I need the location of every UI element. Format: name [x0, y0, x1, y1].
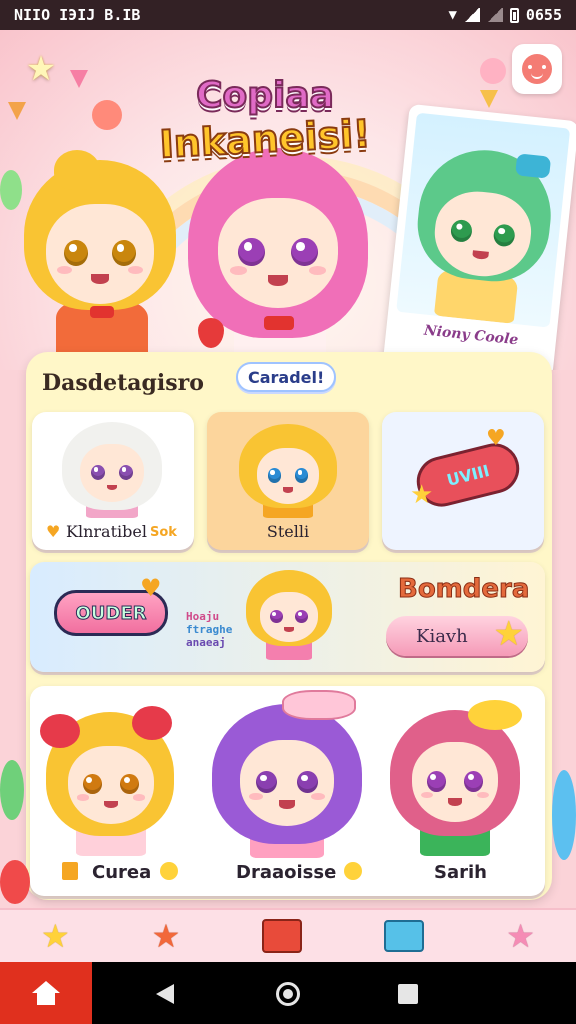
heart-icon: ♥ — [46, 522, 61, 541]
character-label: Sarih — [434, 862, 487, 883]
profile-button[interactable] — [512, 44, 562, 94]
character-sarih[interactable] — [390, 700, 522, 856]
bow-icon — [132, 706, 172, 740]
battery-icon — [509, 7, 519, 23]
wifi-icon: ▼ — [448, 7, 457, 23]
character-tile-white-hair[interactable]: ♥ Klnratibel Sok — [32, 412, 194, 550]
banner-title: Bomdera — [397, 574, 530, 605]
bunting-decoration — [480, 90, 498, 108]
balloon-decoration — [480, 58, 506, 84]
banner-action-button[interactable]: Kiavh ★ — [386, 614, 528, 656]
bow-tie-icon — [90, 306, 114, 318]
character-label: Draaoisse — [236, 862, 337, 883]
hat-icon — [282, 690, 356, 720]
recent-apps-icon[interactable] — [398, 984, 418, 1004]
hero-banner: Niony Coole Copiaa Inkaneisi! — [0, 30, 576, 370]
bunting-decoration — [70, 70, 88, 88]
home-icon — [32, 981, 60, 1005]
bottom-tab-bar: ★ ★ ★ — [0, 908, 576, 962]
character-banner-blonde — [246, 570, 332, 662]
candy-badge-text: UVIII — [444, 460, 492, 490]
bow-tie-icon — [264, 316, 294, 330]
signal-secondary-icon — [486, 8, 503, 22]
tile-label: Stelli — [266, 522, 310, 541]
favorites-star-icon[interactable]: ★ — [22, 49, 60, 89]
star-icon[interactable]: ★ — [41, 917, 70, 955]
star-icon: ★ — [493, 614, 524, 654]
status-left-text: NIIO IЭIJ B.IB — [14, 6, 141, 24]
title-line-1: Copiaa — [195, 75, 335, 116]
cancel-button[interactable]: Caradel! — [236, 362, 337, 392]
featured-card-art — [396, 112, 571, 328]
character-yellow-hair — [20, 150, 180, 360]
title-line-2: Inkaneisi! — [158, 111, 373, 168]
balloon-decoration — [0, 860, 30, 904]
character-pink-hair — [188, 148, 368, 370]
character-curea[interactable] — [40, 706, 174, 856]
flower-hat-icon — [468, 700, 522, 730]
character-green-hair — [404, 143, 561, 327]
handwriting-text: Hoaju ftraghe anaeaj — [186, 610, 233, 650]
signal-icon — [463, 8, 480, 22]
heart-icon: ♥ — [140, 574, 162, 602]
gift-box-icon[interactable] — [262, 919, 303, 953]
orange-star-icon[interactable]: ★ — [152, 917, 181, 955]
toolbox-icon[interactable] — [384, 920, 425, 952]
bow-icon — [515, 153, 552, 179]
balloon-decoration — [0, 760, 24, 820]
status-icons: ▼ 0655 — [448, 6, 562, 24]
character-label: Curea — [92, 862, 152, 883]
character-blonde-boy — [239, 424, 337, 518]
banner-button-label: Kiavh — [416, 625, 468, 647]
panel-title: Dasdetagisro — [42, 370, 204, 396]
smile-coin-icon — [344, 862, 362, 880]
balloon-decoration — [552, 770, 576, 860]
balloon-decoration — [0, 170, 22, 210]
status-bar: NIIO IЭIJ B.IB ▼ 0655 — [0, 0, 576, 30]
featured-character-card[interactable]: Niony Coole — [382, 103, 576, 370]
strawberry-icon — [198, 318, 224, 348]
character-white-hair — [62, 422, 162, 518]
character-tile-selected[interactable]: Stelli — [207, 412, 369, 550]
character-draaoisse[interactable] — [212, 690, 362, 858]
status-time: 0655 — [525, 6, 562, 24]
bow-icon — [40, 714, 80, 748]
badge-icon — [62, 862, 78, 880]
candy-tile[interactable]: UVIII ♥ ★ — [382, 412, 544, 550]
back-icon[interactable] — [156, 984, 174, 1004]
star-icon: ★ — [410, 480, 434, 510]
bunting-decoration — [8, 102, 26, 120]
nav-home-icon[interactable] — [276, 982, 300, 1006]
home-button[interactable] — [0, 962, 92, 1024]
tile-extra-text: Sok — [150, 525, 177, 540]
heart-icon: ♥ — [486, 426, 506, 451]
tile-label: Klnratibel — [66, 522, 147, 541]
app-title: Copiaa Inkaneisi! — [135, 75, 395, 168]
pink-star-icon[interactable]: ★ — [506, 917, 535, 955]
balloon-decoration — [92, 100, 122, 130]
profile-face-icon — [522, 54, 552, 84]
smile-coin-icon — [160, 862, 178, 880]
